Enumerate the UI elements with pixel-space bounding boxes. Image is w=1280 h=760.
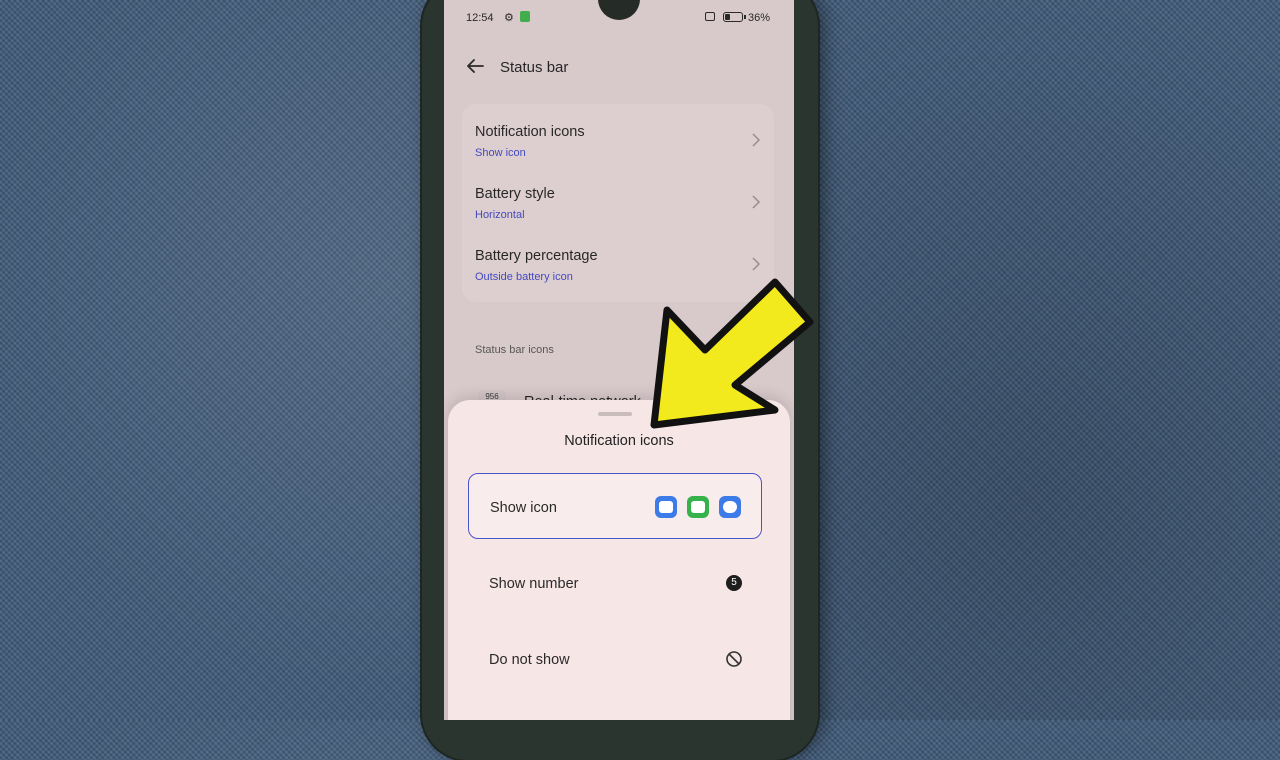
app-icons — [655, 496, 745, 520]
option-do-not-show[interactable]: Do not show — [468, 626, 762, 692]
drag-handle[interactable] — [598, 412, 632, 416]
option-label: Do not show — [489, 652, 570, 668]
option-show-icon[interactable]: Show icon — [468, 473, 762, 539]
app-icon — [655, 496, 677, 518]
option-show-number[interactable]: Show number 5 — [468, 550, 762, 616]
app-icon — [719, 496, 741, 518]
count-badge: 5 — [726, 575, 742, 591]
block-icon — [726, 651, 742, 667]
app-icon — [687, 496, 709, 518]
option-label: Show number — [489, 576, 579, 592]
pointer-arrow-icon — [650, 278, 814, 429]
bottom-sheet: Notification icons Show icon Show number… — [448, 400, 790, 720]
option-label: Show icon — [490, 500, 557, 516]
